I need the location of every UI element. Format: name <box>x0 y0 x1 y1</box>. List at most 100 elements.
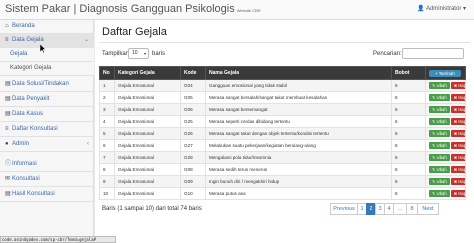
sidebar-item-admin[interactable]: ● Admin ‹ <box>0 138 94 152</box>
prev-page-button[interactable]: Previous <box>330 203 358 215</box>
delete-button[interactable]: ✖ Hapus <box>450 118 465 125</box>
gejala-table: No Kategori Gejala Kode Nama Gejala Bobo… <box>99 66 466 200</box>
sidebar-item-konsultasi[interactable]: ✉ Konsultasi <box>0 173 94 187</box>
edit-button[interactable]: ✎ Ubah <box>429 154 450 161</box>
chevron-down-icon: ⌄ <box>83 37 89 43</box>
search-input[interactable] <box>402 48 464 59</box>
user-menu[interactable]: 👤 Administrator ▾ <box>417 5 466 12</box>
sidebar-item-label: Beranda <box>12 23 35 29</box>
sidebar-item-kategori-gejala[interactable]: Kategori Gejala <box>0 62 94 76</box>
sidebar-item-data-kasus[interactable]: ▤Data Kasus <box>0 108 94 122</box>
sidebar-item-data-penyakit[interactable]: ▤Data Penyakit <box>0 93 94 107</box>
info-icon: ⓘ <box>5 161 12 167</box>
header-kategori[interactable]: Kategori Gejala <box>114 66 181 80</box>
cell-no: 9 <box>99 175 115 188</box>
cell-no: 7 <box>99 151 115 164</box>
sidebar-item-data-gejala[interactable]: ≡ Data Gejala ⌄ <box>0 34 94 48</box>
cell-actions: ✎ Ubah✖ Hapus <box>425 115 466 128</box>
page-length-select[interactable]: 10 ▾ <box>128 48 149 59</box>
cell-kategori: Gejala Emosional <box>114 187 181 200</box>
sidebar-item-daftar-konsultasi[interactable]: ≡ Daftar Konsultasi <box>0 123 94 137</box>
file-icon: ▤ <box>5 96 11 102</box>
delete-button[interactable]: ✖ Hapus <box>450 94 465 101</box>
table-row: 7 Gejala Emosional G28 Mengalami pola tidur… <box>99 151 466 164</box>
length-suffix: baris <box>152 51 166 57</box>
header-bobot[interactable]: Bobot <box>391 66 426 80</box>
header-kode[interactable]: Kode <box>180 66 206 80</box>
edit-button[interactable]: ✎ Ubah <box>429 190 450 197</box>
cell-actions: ✎ Ubah✖ Hapus <box>425 127 466 140</box>
sidebar-item-label: Informasi <box>12 161 37 167</box>
cell-actions: ✎ Ubah✖ Hapus <box>425 79 466 92</box>
delete-button[interactable]: ✖ Hapus <box>450 106 465 113</box>
cell-bobot: 8 <box>391 151 426 164</box>
sidebar-item-beranda[interactable]: ⌂ Beranda <box>0 20 94 34</box>
sidebar-item-label: Daftar Konsultasi <box>12 126 58 132</box>
table-row: 4 Gejala Emosional G25 Merasa seperti cerda… <box>99 115 466 128</box>
cell-actions: ✎ Ubah✖ Hapus <box>425 103 466 116</box>
cell-no: 4 <box>99 115 115 128</box>
delete-button[interactable]: ✖ Hapus <box>450 142 465 149</box>
cell-actions: ✎ Ubah✖ Hapus <box>425 91 466 104</box>
delete-button[interactable]: ✖ Hapus <box>450 178 465 185</box>
header-nama[interactable]: Nama Gejala <box>205 66 392 80</box>
sidebar-item-hasil-konsultasi[interactable]: ▤Hasil Konsultasi <box>0 188 94 202</box>
cell-nama: Gangguan emosional yang tidak stabil <box>205 79 392 92</box>
cell-kategori: Gejala Emosional <box>114 139 181 152</box>
sidebar-item-data-solusi[interactable]: ▤Data Solusi/Tindakan <box>0 78 94 92</box>
edit-button[interactable]: ✎ Ubah <box>429 130 450 137</box>
sidebar-item-label: Data Gejala <box>12 37 44 43</box>
edit-button[interactable]: ✎ Ubah <box>429 178 450 185</box>
cell-nama: Ingin bunuh diri / mengakhiri hidup <box>205 175 392 188</box>
file-icon: ▤ <box>5 111 11 117</box>
cell-no: 5 <box>99 127 115 140</box>
sidebar-item-label: Konsultasi <box>12 176 40 182</box>
table-header-row: No Kategori Gejala Kode Nama Gejala Bobo… <box>99 66 466 80</box>
table-row: 6 Gejala Emosional G27 Melakukan suatu peke… <box>99 139 466 152</box>
cell-nama: Merasa sedih terus menerus <box>205 163 392 176</box>
add-button[interactable]: + Tambah <box>429 69 461 77</box>
brand-subtitle: Website CBR <box>236 8 261 13</box>
cell-nama: Merasa sangat bersalah/sangat takut memb… <box>205 91 392 104</box>
chevron-left-icon: ‹ <box>87 141 89 147</box>
delete-button[interactable]: ✖ Hapus <box>450 82 465 89</box>
table-row: 1 Gejala Emosional G04 Gangguan emosional y… <box>99 79 466 92</box>
title-divider <box>99 42 470 43</box>
list-icon: ≡ <box>5 37 9 43</box>
sidebar-item-informasi[interactable]: ⓘInformasi <box>0 158 94 172</box>
header-no[interactable]: No <box>99 66 115 80</box>
pagination: Previous 1 2 3 4... 8 Next <box>330 203 439 215</box>
delete-button[interactable]: ✖ Hapus <box>450 190 465 197</box>
top-navbar: Sistem Pakar | Diagnosis Gangguan Psikol… <box>0 0 474 20</box>
sidebar-item-gejala[interactable]: Gejala <box>0 48 94 62</box>
cell-nama: Melakukan suatu pekerjaan/kegiatan berul… <box>205 139 392 152</box>
page-ellipsis: ... <box>393 203 407 215</box>
sidebar: ⌂ Beranda ≡ Data Gejala ⌄ Gejala Kategori … <box>0 20 94 243</box>
table-body: 1 Gejala Emosional G04 Gangguan emosional y… <box>99 79 466 200</box>
main-content: Daftar Gejala Tampilkan 10 ▾ baris Penca… <box>95 20 474 243</box>
delete-button[interactable]: ✖ Hapus <box>450 166 465 173</box>
cell-bobot: 8 <box>391 91 426 104</box>
edit-button[interactable]: ✎ Ubah <box>429 94 450 101</box>
edit-button[interactable]: ✎ Ubah <box>429 166 450 173</box>
delete-button[interactable]: ✖ Hapus <box>450 154 465 161</box>
delete-button[interactable]: ✖ Hapus <box>450 130 465 137</box>
edit-button[interactable]: ✎ Ubah <box>429 142 450 149</box>
cell-kode: G04 <box>180 79 206 92</box>
cell-bobot: 8 <box>391 103 426 116</box>
cell-bobot: 8 <box>391 139 426 152</box>
edit-button[interactable]: ✎ Ubah <box>429 118 450 125</box>
next-page-button[interactable]: Next <box>417 203 439 215</box>
table-row: 5 Gejala Emosional G26 Merasa sangat takut … <box>99 127 466 140</box>
table-row: 9 Gejala Emosional G09 Ingin bunuh diri / m… <box>99 175 466 188</box>
cell-no: 10 <box>99 187 115 200</box>
sidebar-item-label: Data Solusi/Tindakan <box>12 81 69 87</box>
cell-kategori: Gejala Emosional <box>114 127 181 140</box>
cell-actions: ✎ Ubah✖ Hapus <box>425 151 466 164</box>
cell-kategori: Gejala Emosional <box>114 91 181 104</box>
edit-button[interactable]: ✎ Ubah <box>429 82 450 89</box>
sidebar-item-label: Data Penyakit <box>12 96 50 102</box>
cell-no: 2 <box>99 91 115 104</box>
edit-button[interactable]: ✎ Ubah <box>429 106 450 113</box>
app-brand[interactable]: Sistem Pakar | Diagnosis Gangguan Psikol… <box>5 3 261 15</box>
